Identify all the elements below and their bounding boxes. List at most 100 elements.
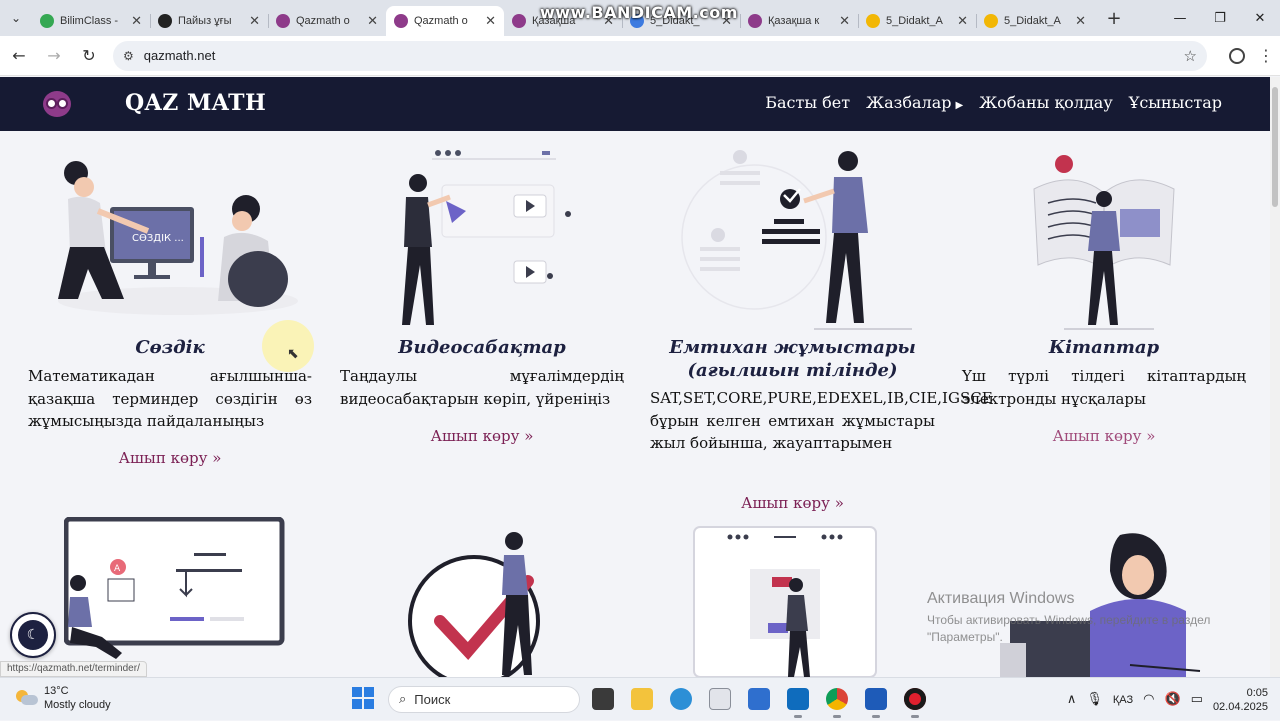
tab-title: Qazmath о: [296, 15, 350, 27]
taskbar-clock[interactable]: 0:05 02.04.2025: [1213, 686, 1268, 714]
close-tab-icon[interactable]: ✕: [1075, 14, 1086, 29]
profile-icon[interactable]: [1221, 40, 1253, 72]
forward-arrow-icon[interactable]: →: [38, 40, 70, 72]
nav-home[interactable]: Басты бет: [765, 93, 850, 112]
card-dictionary: СӨЗДІК ... Сөздік Математикадан ағылшынш…: [28, 131, 312, 481]
browser-tab[interactable]: 5_Didakt_A ✕: [858, 6, 976, 36]
terms-illustration: A: [64, 517, 285, 659]
card-description: SAT,SET,CORE,PURE,EDEXEL,IB,CIE,IGSCE бұ…: [650, 389, 993, 452]
minimize-icon[interactable]: —: [1160, 0, 1200, 36]
task-view-icon[interactable]: [592, 688, 614, 710]
mouse-pointer-icon: ⬉: [287, 346, 299, 362]
books-illustration: [1033, 155, 1175, 330]
close-tab-icon[interactable]: ✕: [839, 14, 850, 29]
site-header: QAZ MATH Басты бет Жазбалар ▶ Жобаны қолд…: [0, 77, 1270, 131]
dark-mode-toggle[interactable]: ☾: [10, 612, 56, 658]
reload-icon[interactable]: ↻: [73, 40, 105, 72]
card-description: Үш түрлі тілдегі кітаптардың электронды …: [962, 367, 1246, 408]
card-title: Видеосабақтар: [398, 337, 566, 358]
tab-title: 5_Didakt_A: [886, 15, 943, 27]
nav-suggestions[interactable]: Ұсыныстар: [1129, 93, 1222, 112]
card-books: Кітаптар Үш түрлі тілдегі кітаптардың эл…: [962, 131, 1246, 451]
nav-posts[interactable]: Жазбалар ▶: [866, 93, 963, 112]
tray-overflow-icon[interactable]: ∧: [1067, 692, 1077, 707]
browser-tab[interactable]: Пайыз ұғы ✕: [150, 6, 268, 36]
close-tab-icon[interactable]: ✕: [131, 14, 142, 29]
open-books-link[interactable]: Ашып көру »: [962, 427, 1246, 445]
edge-browser-icon[interactable]: [670, 688, 692, 710]
close-tab-icon[interactable]: ✕: [367, 14, 378, 29]
weather-description: Mostly cloudy: [44, 699, 111, 711]
browser-tab[interactable]: Қазақша к ✕: [740, 6, 858, 36]
browser-tab[interactable]: Qazmath о ✕: [268, 6, 386, 36]
browser-tab[interactable]: 5_Didakt_A ✕: [976, 6, 1094, 36]
language-indicator[interactable]: ҚАЗ: [1113, 694, 1133, 706]
svg-text:A: A: [114, 564, 121, 574]
tab-favicon-icon: [866, 14, 880, 28]
outlook-icon[interactable]: [787, 688, 809, 718]
site-brand[interactable]: QAZ MATH: [125, 90, 266, 116]
close-tab-icon[interactable]: ✕: [957, 14, 968, 29]
wifi-icon[interactable]: ◠: [1143, 692, 1154, 707]
tab-favicon-icon: [158, 14, 172, 28]
tab-favicon-icon: [748, 14, 762, 28]
battery-icon[interactable]: ▭: [1191, 692, 1203, 707]
owl-logo-icon[interactable]: [43, 91, 71, 117]
screen-label: СӨЗДІК ...: [132, 233, 184, 244]
search-icon: ⌕: [399, 692, 407, 707]
checkmark-illustration: [408, 532, 540, 677]
nav-support[interactable]: Жобаны қолдау: [979, 93, 1113, 112]
microsoft-store-icon[interactable]: [748, 688, 770, 710]
scrollbar-thumb[interactable]: [1272, 87, 1278, 207]
card-title: Емтихан жұмыстары (ағылшын тілінде): [669, 337, 916, 381]
card-title: Кітаптар: [1048, 337, 1160, 358]
tab-search-menu-icon[interactable]: ⌄: [0, 0, 32, 36]
main-nav: Басты бет Жазбалар ▶ Жобаны қолдау Ұсыныс…: [765, 93, 1222, 112]
open-exam-papers-link[interactable]: Ашып көру »: [650, 494, 935, 512]
partly-cloudy-icon: [16, 690, 38, 706]
recording-watermark: www.BANDICAM.com: [540, 3, 738, 22]
bookmark-star-icon[interactable]: ☆: [1184, 47, 1197, 65]
browser-menu-icon[interactable]: ⋮: [1253, 46, 1279, 65]
windows-start-icon[interactable]: [352, 687, 374, 709]
close-tab-icon[interactable]: ✕: [249, 14, 260, 29]
file-explorer-icon[interactable]: [631, 688, 653, 710]
windows-activation-notice: Активация Windows Чтобы активировать Win…: [927, 590, 1247, 646]
microphone-icon[interactable]: 🎙: [1086, 692, 1103, 707]
activation-title: Активация Windows: [927, 590, 1075, 607]
url-text[interactable]: qazmath.net: [144, 48, 1184, 63]
browser-tab[interactable]: BilimClass - ✕: [32, 6, 150, 36]
tab-favicon-icon: [276, 14, 290, 28]
tab-favicon-icon: [512, 14, 526, 28]
tab-title: Қазақша к: [768, 15, 820, 27]
weather-widget[interactable]: 13°C Mostly cloudy: [16, 684, 111, 712]
site-info-icon[interactable]: ⚙: [123, 49, 134, 63]
new-tab-button[interactable]: +: [1100, 4, 1128, 32]
close-window-icon[interactable]: ✕: [1240, 0, 1280, 36]
clock-date: 02.04.2025: [1212, 700, 1268, 713]
browser-tab[interactable]: Qazmath о ✕: [386, 6, 504, 36]
activation-message: Чтобы активировать Windows, перейдите в …: [927, 613, 1211, 644]
tab-title: Qazmath о: [414, 15, 468, 27]
card-description: Таңдаулы мұғалімдердің видеосабақтарын к…: [340, 367, 624, 408]
close-tab-icon[interactable]: ✕: [485, 14, 496, 29]
word-icon[interactable]: [865, 688, 887, 718]
dictionary-illustration: СӨЗДІК ...: [58, 161, 298, 315]
clock-time: 0:05: [1246, 686, 1268, 699]
restore-icon[interactable]: ❐: [1200, 0, 1240, 36]
snipping-tool-icon[interactable]: [709, 688, 731, 710]
back-arrow-icon[interactable]: ←: [3, 40, 35, 72]
caret-right-icon: ▶: [955, 100, 964, 111]
volume-muted-icon[interactable]: 🔇: [1164, 692, 1180, 707]
tab-favicon-icon: [40, 14, 54, 28]
open-video-lessons-link[interactable]: Ашып көру »: [340, 427, 624, 445]
tab-favicon-icon: [984, 14, 998, 28]
open-dictionary-link[interactable]: Ашып көру »: [28, 449, 312, 467]
bandicam-record-icon[interactable]: [904, 688, 926, 718]
taskbar-search-box[interactable]: ⌕ Поиск: [388, 686, 580, 713]
window-controls: — ❐ ✕: [1160, 0, 1280, 36]
windows-taskbar: 13°C Mostly cloudy ⌕ Поиск ∧ 🎙 ҚАЗ ◠ 🔇 ▭…: [0, 677, 1280, 720]
address-bar[interactable]: ⚙ qazmath.net ☆: [113, 40, 1207, 71]
chrome-icon[interactable]: [826, 688, 848, 718]
page-scrollbar[interactable]: [1270, 77, 1280, 677]
